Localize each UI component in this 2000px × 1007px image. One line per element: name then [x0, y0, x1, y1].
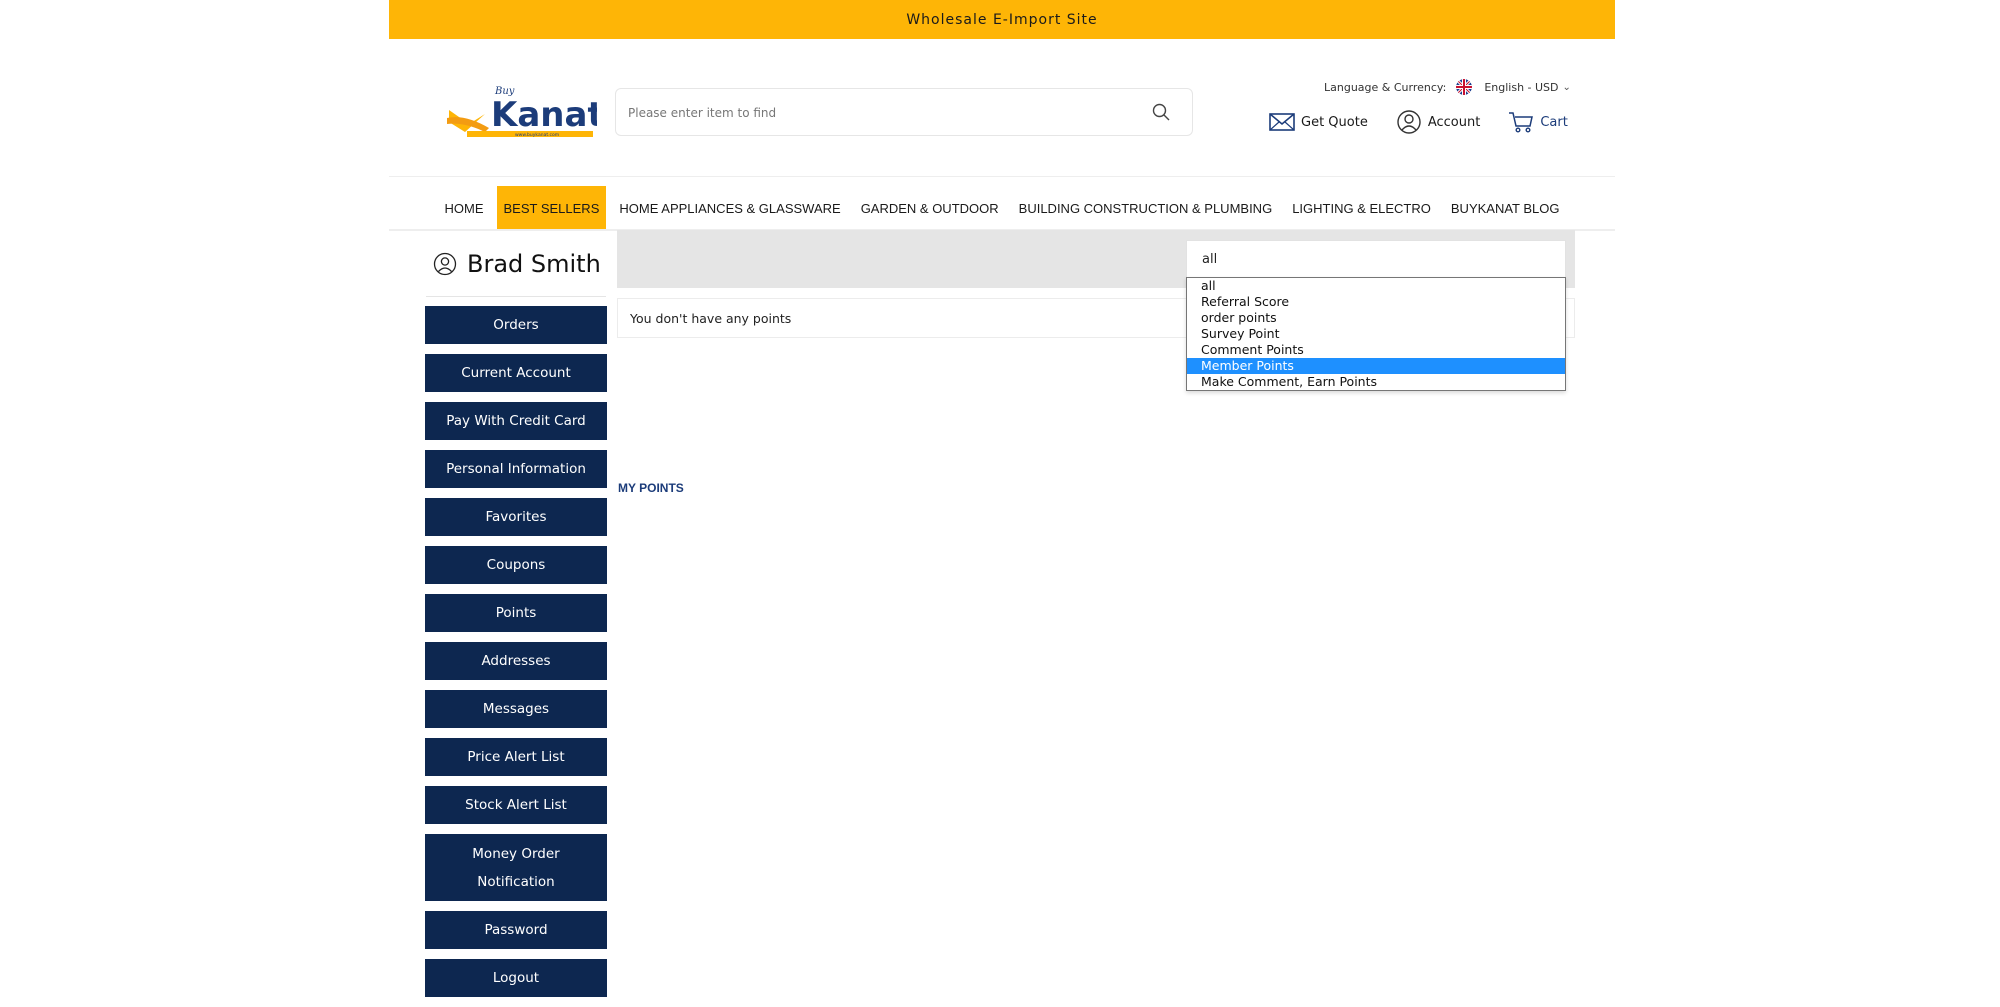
page: Wholesale E-Import Site Kanat Buy www.bu…: [389, 0, 1615, 1000]
sidebar-item-stock-alert-list[interactable]: Stock Alert List: [425, 786, 607, 824]
chevron-down-icon: ⌄: [1562, 81, 1571, 93]
points-filter-select[interactable]: all: [1186, 240, 1566, 278]
banner-text: Wholesale E-Import Site: [906, 11, 1098, 28]
filter-option-all[interactable]: all: [1187, 278, 1565, 294]
sidebar-item-personal-information[interactable]: Personal Information: [425, 450, 607, 488]
envelope-icon: [1269, 113, 1295, 131]
svg-text:www.buykanat.com: www.buykanat.com: [515, 132, 559, 138]
get-quote-link[interactable]: Get Quote: [1269, 112, 1368, 132]
points-filter-value: all: [1202, 251, 1218, 267]
cart-link[interactable]: Cart: [1508, 110, 1568, 134]
nav-item-home-appliances[interactable]: HOME APPLIANCES & GLASSWARE: [612, 186, 847, 230]
sidebar-item-coupons[interactable]: Coupons: [425, 546, 607, 584]
header-links: Get Quote Account Cart: [1269, 108, 1568, 136]
sidebar-item-current-account[interactable]: Current Account: [425, 354, 607, 392]
page-title: MY POINTS: [618, 481, 684, 495]
user-name: Brad Smith: [467, 250, 601, 278]
cart-icon: [1509, 112, 1534, 133]
sidebar-item-points[interactable]: Points: [425, 594, 607, 632]
get-quote-label: Get Quote: [1301, 114, 1368, 130]
user-icon: [1397, 110, 1421, 134]
filter-option-order-points[interactable]: order points: [1187, 310, 1565, 326]
sidebar-item-password[interactable]: Password: [425, 911, 607, 949]
points-filter-dropdown: all Referral Score order points Survey P…: [1186, 277, 1566, 391]
search-box: [615, 88, 1193, 137]
user-divider: [426, 296, 606, 297]
sidebar-item-orders[interactable]: Orders: [425, 306, 607, 344]
filter-option-referral-score[interactable]: Referral Score: [1187, 294, 1565, 310]
filter-option-comment-points[interactable]: Comment Points: [1187, 342, 1565, 358]
nav-item-garden-outdoor[interactable]: GARDEN & OUTDOOR: [854, 186, 1006, 230]
account-menu: Orders Current Account Pay With Credit C…: [425, 306, 607, 1007]
account-label: Account: [1427, 114, 1481, 130]
account-link[interactable]: Account: [1396, 109, 1481, 135]
filter-option-survey-point[interactable]: Survey Point: [1187, 326, 1565, 342]
language-value: English - USD: [1484, 80, 1559, 94]
nav-item-best-sellers[interactable]: BEST SELLERS: [496, 186, 607, 230]
nav-item-blog[interactable]: BUYKANAT BLOG: [1444, 186, 1567, 230]
main-nav: HOME BEST SELLERS HOME APPLIANCES & GLAS…: [389, 186, 1615, 230]
search-input[interactable]: [626, 89, 1130, 137]
top-banner: Wholesale E-Import Site: [389, 0, 1615, 39]
cart-label: Cart: [1540, 114, 1568, 130]
user-icon: [433, 252, 457, 276]
uk-flag-icon: [1456, 79, 1473, 95]
sidebar-item-logout[interactable]: Logout: [425, 959, 607, 997]
sidebar-item-addresses[interactable]: Addresses: [425, 642, 607, 680]
sidebar-item-messages[interactable]: Messages: [425, 690, 607, 728]
sidebar-item-favorites[interactable]: Favorites: [425, 498, 607, 536]
nav-item-building-construction[interactable]: BUILDING CONSTRUCTION & PLUMBING: [1012, 186, 1280, 230]
filter-option-make-comment-earn-points[interactable]: Make Comment, Earn Points: [1187, 374, 1565, 390]
sidebar-item-pay-with-credit-card[interactable]: Pay With Credit Card: [425, 402, 607, 440]
language-currency-selector[interactable]: Language & Currency: English - USD ⌄: [1324, 78, 1571, 96]
nav-item-lighting-electro[interactable]: LIGHTING & ELECTRO: [1285, 186, 1438, 230]
language-label: Language & Currency:: [1324, 80, 1447, 94]
filter-option-member-points[interactable]: Member Points: [1187, 358, 1565, 374]
user-header: Brad Smith: [433, 246, 601, 282]
sidebar-item-price-alert-list[interactable]: Price Alert List: [425, 738, 607, 776]
buykanat-logo[interactable]: Kanat Buy www.buykanat.com: [445, 84, 597, 142]
nav-item-home[interactable]: HOME: [438, 186, 491, 230]
empty-message-text: You don't have any points: [630, 310, 792, 326]
svg-text:Kanat: Kanat: [491, 95, 597, 135]
search-icon[interactable]: [1152, 103, 1170, 121]
nav-divider: [389, 176, 1615, 177]
svg-text:Buy: Buy: [494, 86, 515, 97]
sidebar-item-money-order-notification[interactable]: Money Order Notification: [425, 834, 607, 901]
